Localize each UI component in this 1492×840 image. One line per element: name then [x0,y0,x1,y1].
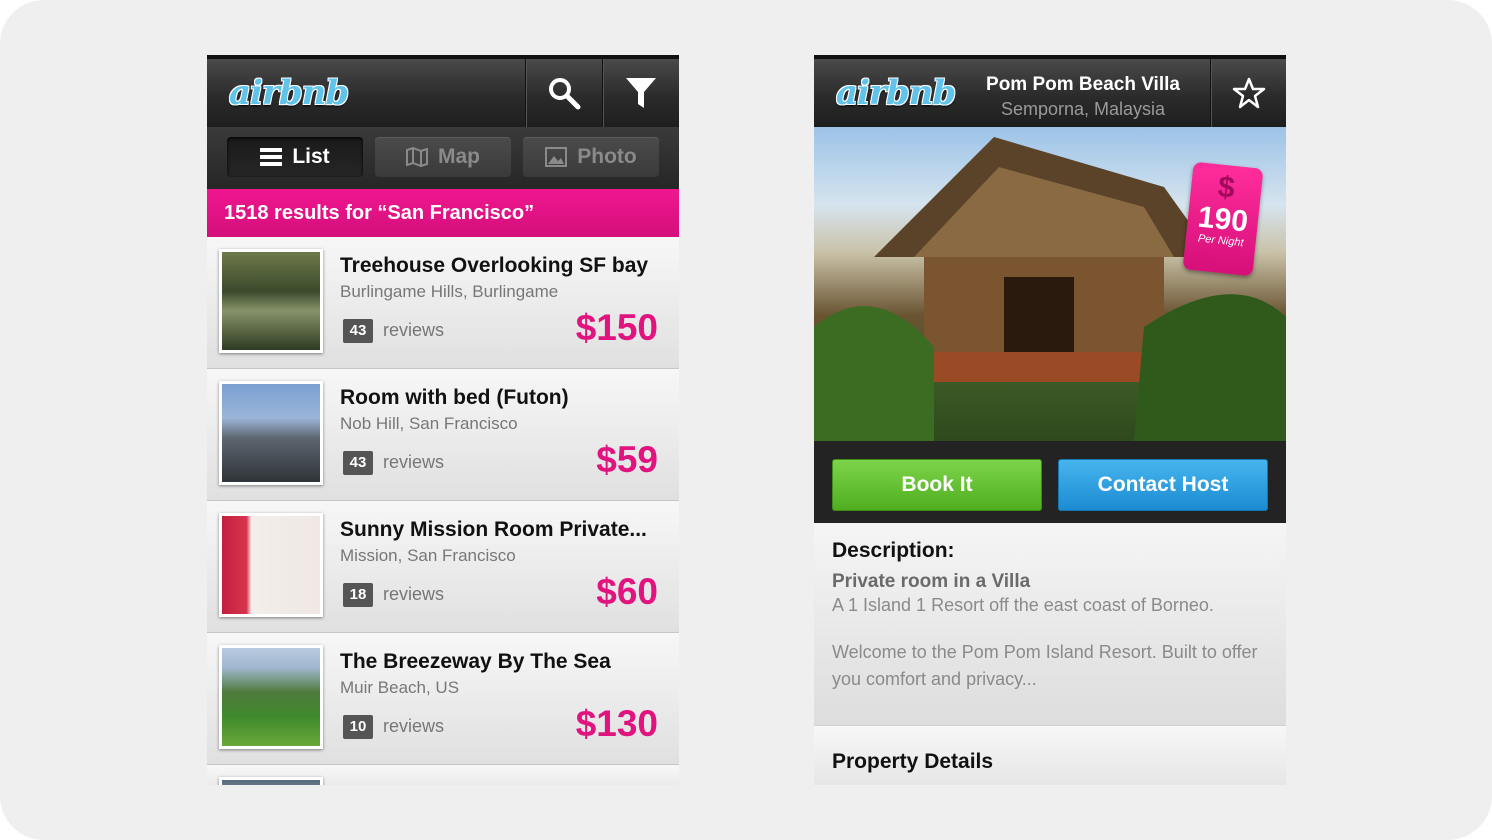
listing-row[interactable]: The Breezeway By The Sea Muir Beach, US … [207,633,679,765]
tab-list-label: List [292,145,330,168]
book-it-button[interactable]: Book It [832,459,1042,511]
listing-price: $150 [575,307,658,348]
listing-row[interactable]: Room with bed (Futon) Nob Hill, San Fran… [207,369,679,501]
photo-icon [545,147,568,167]
contact-host-button[interactable]: Contact Host [1058,459,1268,511]
listing-detail-screen: airbnb Pom Pom Beach Villa Semporna, Mal… [814,55,1286,785]
description-body[interactable]: Welcome to the Pom Pom Island Resort. Bu… [832,639,1272,693]
listing-header-title: Pom Pom Beach Villa Semporna, Malaysia [964,73,1202,121]
reviews-count-badge: 10 [343,715,373,739]
tab-photo[interactable]: Photo [523,137,659,177]
listing-location: Burlingame Hills, Burlingame [340,282,559,301]
reviews-count-badge: 18 [343,583,373,607]
listing-price: $130 [575,703,658,744]
listing-thumbnail [219,645,323,749]
reviews-label: reviews [383,320,445,340]
listing-price: $60 [596,571,658,612]
property-details-label: Property Details [832,750,994,773]
listing-location: Semporna, Malaysia [1000,99,1166,119]
app-header: airbnb Pom Pom Beach Villa Semporna, Mal… [814,55,1286,127]
tab-list[interactable]: List [227,137,363,177]
listing-title: The Breezeway By The Sea [340,650,611,673]
listing-title: Room with bed (Futon) [340,386,569,409]
price-tag: $ 190 Per Night [1182,161,1264,277]
filter-icon [626,78,656,108]
airbnb-logo[interactable]: airbnb [229,73,349,113]
favorite-button[interactable] [1210,59,1286,127]
listing-title: Sunny Mission Room Private... [340,518,647,541]
filter-button[interactable] [602,59,679,127]
list-icon [260,148,283,166]
listing-thumbnail [219,777,323,785]
tab-map-label: Map [438,145,480,168]
listing-location: Muir Beach, US [340,678,460,697]
map-icon [406,147,428,167]
description-section: Description: Private room in a Villa A 1… [814,523,1286,725]
property-details-row[interactable]: Property Details [814,725,1286,785]
room-type: Private room in a Villa [832,571,1031,592]
listing-location: Nob Hill, San Francisco [340,414,518,433]
listing-search-screen: airbnb List Map Photo 1518 results for “… [207,55,679,785]
airbnb-logo[interactable]: airbnb [836,73,956,113]
reviews-label: reviews [383,584,445,604]
listing-location: Mission, San Francisco [340,546,516,565]
listing-thumbnail [219,381,323,485]
view-tabs: List Map Photo [207,127,679,189]
listing-row[interactable]: Sunny Mission Room Private... Mission, S… [207,501,679,633]
search-icon [549,78,581,110]
reviews-count-badge: 43 [343,451,373,475]
canvas: airbnb List Map Photo 1518 results for “… [0,0,1492,840]
listing-row[interactable]: Treehouse Overlooking SF bay Burlingame … [207,237,679,369]
listing-thumbnail [219,249,323,353]
listing-name: Pom Pom Beach Villa [986,74,1180,95]
reviews-count-badge: 43 [343,319,373,343]
listing-thumbnail [219,513,323,617]
reviews-label: reviews [383,716,445,736]
description-summary: A 1 Island 1 Resort off the east coast o… [832,595,1214,615]
tab-map[interactable]: Map [375,137,511,177]
app-header: airbnb [207,55,679,127]
listing-list: Treehouse Overlooking SF bay Burlingame … [207,237,679,785]
listing-price: $59 [596,439,658,480]
search-button[interactable] [525,59,602,127]
tab-photo-label: Photo [577,145,637,168]
reviews-label: reviews [383,452,445,472]
description-heading: Description: [832,539,955,562]
star-icon [1232,77,1266,109]
action-bar: Book It Contact Host [814,441,1286,523]
results-count: 1518 results for “San Francisco” [207,189,679,237]
listing-title: Treehouse Overlooking SF bay [340,254,649,277]
listing-photo[interactable]: $ 190 Per Night [814,127,1286,441]
listing-row-partial[interactable] [207,765,679,785]
